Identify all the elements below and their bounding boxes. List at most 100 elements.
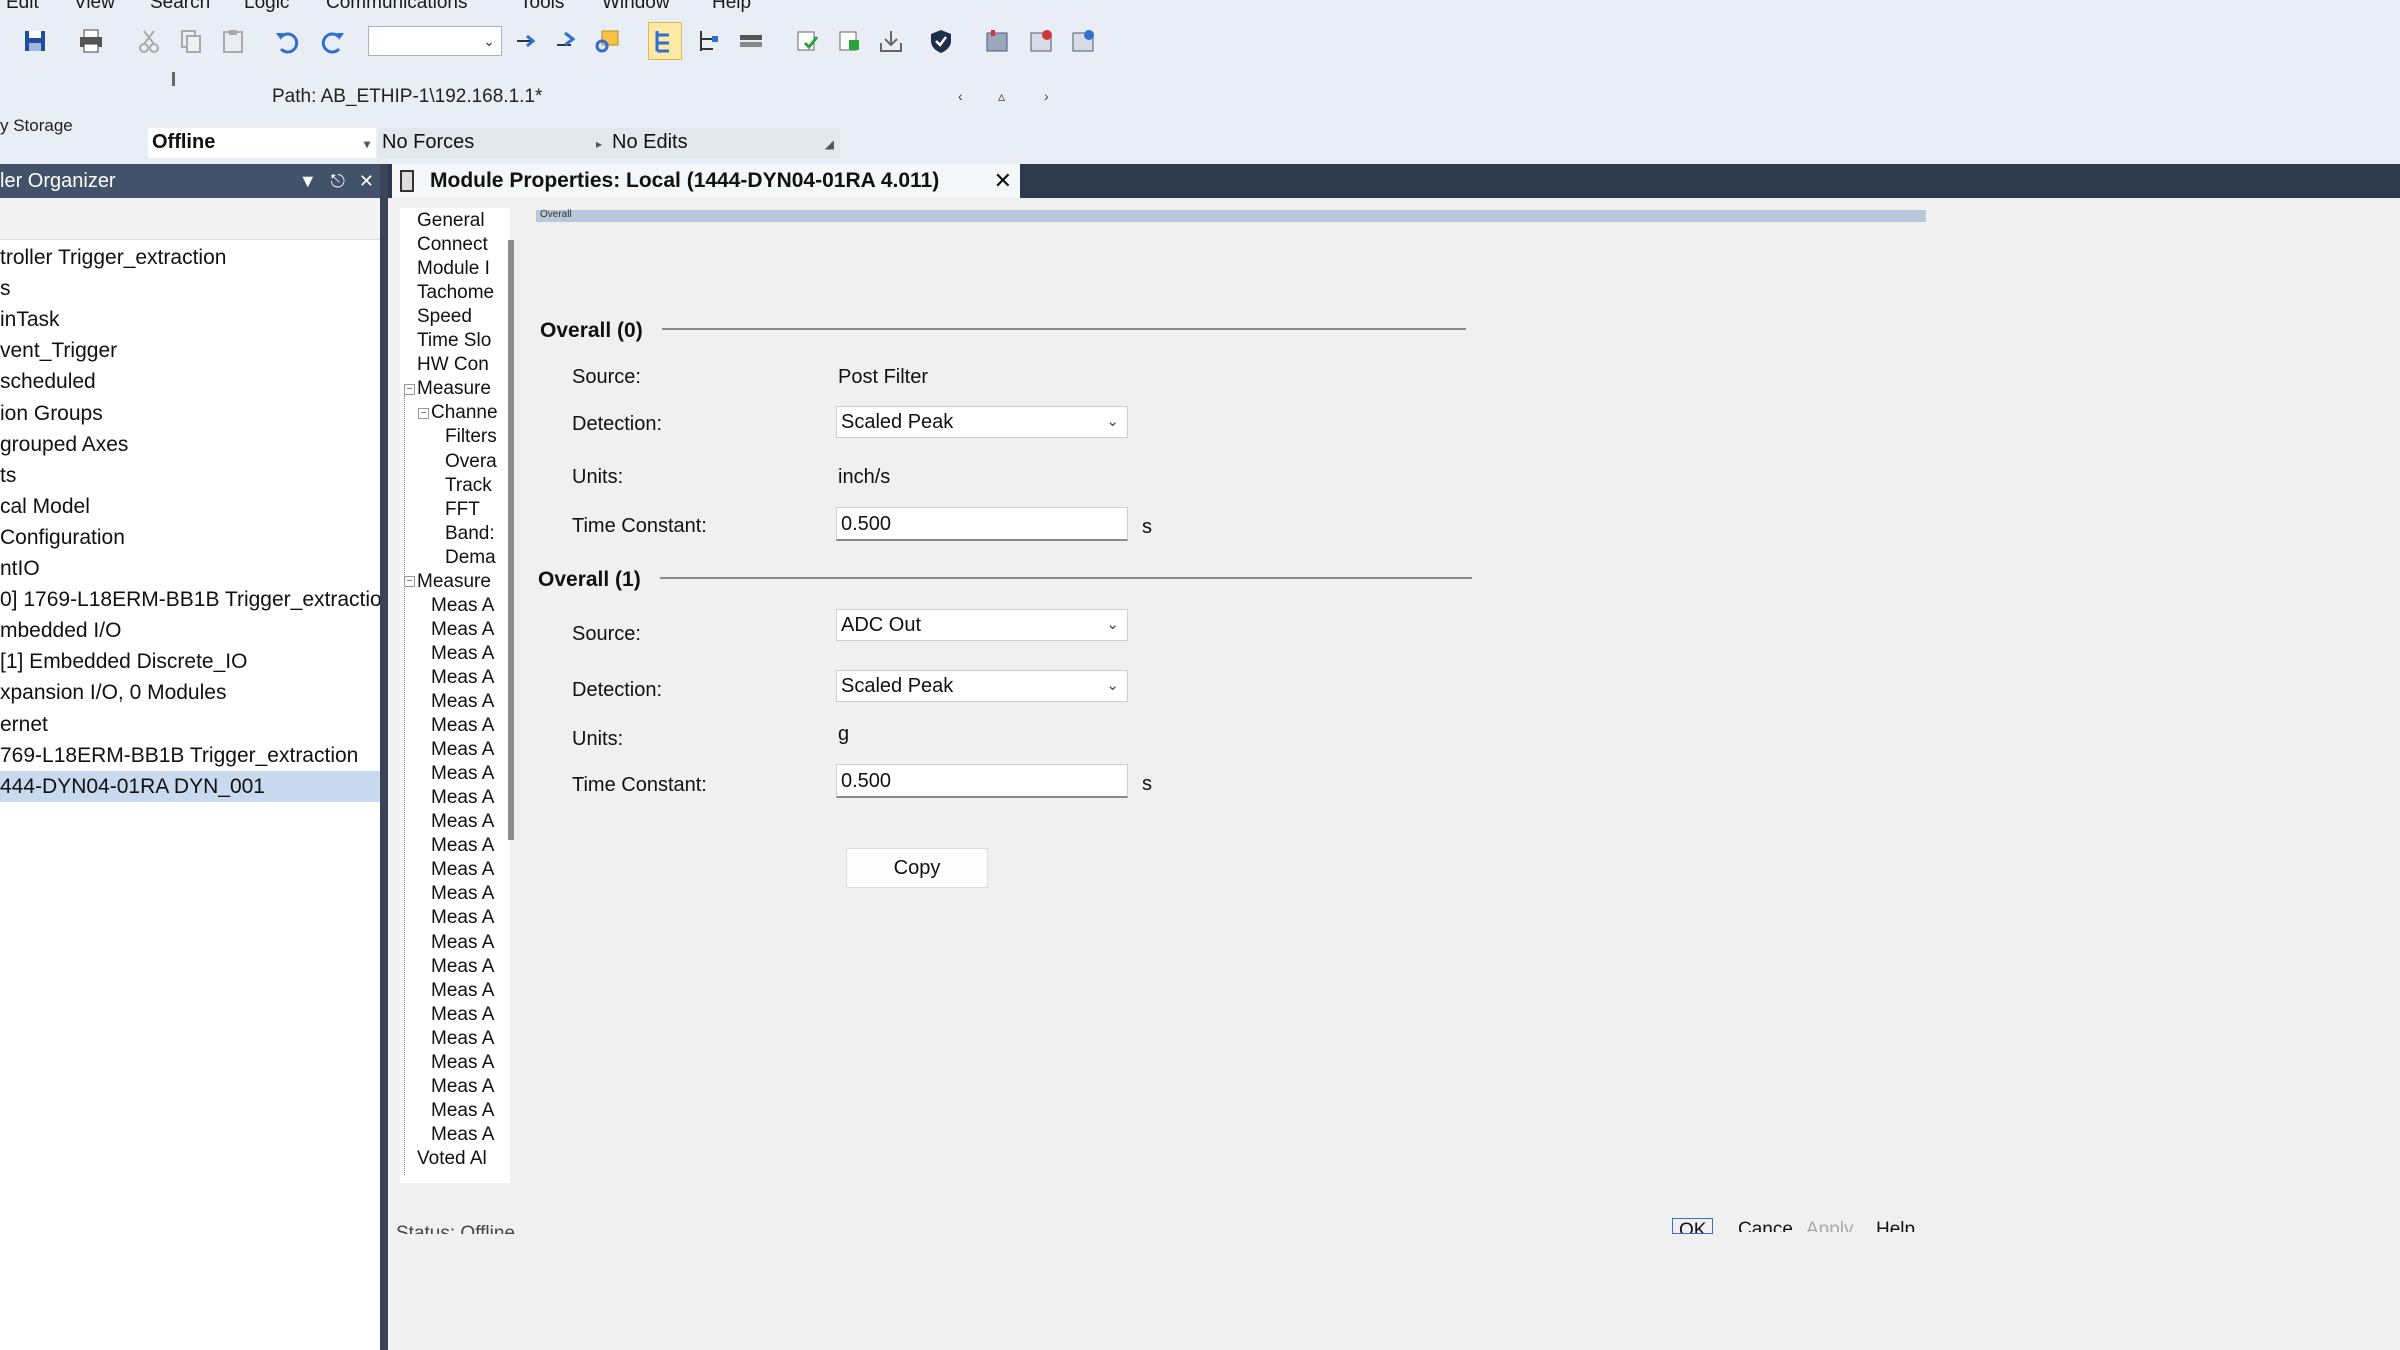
close-icon[interactable]: ✕ bbox=[359, 164, 374, 198]
category-tree-item[interactable]: Meas A bbox=[431, 1051, 512, 1075]
mode-status[interactable]: Offline ▾ bbox=[148, 128, 376, 158]
overall0-time-constant-input[interactable]: 0.500 bbox=[836, 507, 1128, 541]
menu-edit[interactable]: Edit bbox=[6, 0, 39, 14]
organizer-tree-item[interactable]: ion Groups bbox=[0, 398, 380, 429]
menu-view[interactable]: View bbox=[74, 0, 115, 14]
collapse-icon[interactable]: − bbox=[404, 384, 415, 395]
category-tree-item[interactable]: Meas A bbox=[431, 666, 512, 690]
dropdown-triangle-icon[interactable]: ▼ bbox=[299, 164, 317, 198]
category-tree-item[interactable]: Meas A bbox=[431, 906, 512, 930]
category-tree-item[interactable]: Meas A bbox=[431, 810, 512, 834]
category-tree-item[interactable]: General bbox=[417, 209, 512, 233]
step-icon[interactable] bbox=[508, 22, 542, 60]
category-tree-item[interactable]: Meas A bbox=[431, 979, 512, 1003]
overall0-detection-select[interactable]: Scaled Peak ⌄ bbox=[836, 406, 1128, 438]
organizer-tree-item[interactable]: [1] Embedded Discrete_IO bbox=[0, 646, 380, 677]
forces-status[interactable]: No Forces ▸ bbox=[378, 128, 608, 158]
category-tree-item[interactable]: FFT bbox=[445, 498, 512, 522]
path-next-icon[interactable]: › bbox=[1044, 88, 1049, 104]
category-tree-item[interactable]: Meas A bbox=[431, 1003, 512, 1027]
organizer-tree-item[interactable]: ts bbox=[0, 460, 380, 491]
organizer-tree-item[interactable]: troller Trigger_extraction bbox=[0, 242, 380, 273]
shield-icon[interactable] bbox=[924, 22, 958, 60]
step-out-icon[interactable] bbox=[548, 22, 582, 60]
category-tree-item[interactable]: Meas A bbox=[431, 642, 512, 666]
organizer-tree-item[interactable]: ntIO bbox=[0, 553, 380, 584]
help-button[interactable]: Help bbox=[1876, 1218, 1915, 1232]
category-tree-item[interactable]: Meas A bbox=[431, 1099, 512, 1123]
category-tree-item[interactable]: Voted Al bbox=[417, 1147, 512, 1171]
overall1-source-select[interactable]: ADC Out ⌄ bbox=[836, 609, 1128, 641]
category-tree-item[interactable]: Meas A bbox=[431, 690, 512, 714]
organizer-tree-item[interactable]: 769-L18ERM-BB1B Trigger_extraction bbox=[0, 740, 380, 771]
category-tree-item[interactable]: Meas A bbox=[431, 955, 512, 979]
category-tree-item[interactable]: Time Slo bbox=[417, 329, 512, 353]
config-icon[interactable] bbox=[1024, 22, 1058, 60]
organizer-tree-item[interactable]: Configuration bbox=[0, 522, 380, 553]
organizer-tree-item[interactable]: 444-DYN04-01RA DYN_001 bbox=[0, 770, 380, 802]
overall1-detection-select[interactable]: Scaled Peak ⌄ bbox=[836, 670, 1128, 702]
verify-icon[interactable] bbox=[790, 22, 824, 60]
category-tree-item[interactable]: Meas A bbox=[431, 931, 512, 955]
path-up-icon[interactable]: ▵ bbox=[998, 88, 1005, 105]
path-nav-icon[interactable]: ‹ bbox=[958, 88, 963, 104]
organizer-tree-item[interactable]: cal Model bbox=[0, 491, 380, 522]
undo-icon[interactable] bbox=[270, 22, 304, 60]
upload-icon[interactable] bbox=[874, 22, 908, 60]
overall1-time-constant-input[interactable]: 0.500 bbox=[836, 764, 1128, 798]
menu-search[interactable]: Search bbox=[150, 0, 210, 14]
pin-icon[interactable]: ⎋ bbox=[331, 164, 345, 198]
category-tree-item[interactable]: Meas A bbox=[431, 594, 512, 618]
toolbar-combo[interactable]: ⌄ bbox=[368, 26, 502, 56]
category-tree-item[interactable]: Track bbox=[445, 474, 512, 498]
category-tree-item[interactable]: Meas A bbox=[431, 714, 512, 738]
module-icon[interactable] bbox=[980, 22, 1014, 60]
category-tree-item[interactable]: Dema bbox=[445, 546, 512, 570]
copy-icon[interactable] bbox=[174, 22, 208, 60]
menu-tools[interactable]: Tools bbox=[520, 0, 564, 14]
organizer-tree-item[interactable]: grouped Axes bbox=[0, 429, 380, 460]
redo-icon[interactable] bbox=[316, 22, 350, 60]
category-tree-item[interactable]: Band: bbox=[445, 522, 512, 546]
menu-window[interactable]: Window bbox=[602, 0, 670, 14]
category-tree-item[interactable]: Channe bbox=[431, 401, 512, 425]
crossref-icon[interactable] bbox=[590, 22, 624, 60]
category-tree-item[interactable]: Meas A bbox=[431, 618, 512, 642]
download-icon[interactable] bbox=[832, 22, 866, 60]
config2-icon[interactable] bbox=[1066, 22, 1100, 60]
organizer-tree-item[interactable]: mbedded I/O bbox=[0, 615, 380, 646]
category-tree-item[interactable]: Meas A bbox=[431, 1075, 512, 1099]
organizer-tree-item[interactable]: vent_Trigger bbox=[0, 335, 380, 366]
menu-communications[interactable]: Communications bbox=[326, 0, 468, 14]
category-tree-item[interactable]: Meas A bbox=[431, 858, 512, 882]
menu-logic[interactable]: Logic bbox=[244, 0, 289, 14]
category-tree-item[interactable]: Meas A bbox=[431, 834, 512, 858]
category-tree-item[interactable]: Meas A bbox=[431, 786, 512, 810]
organizer-tree-item[interactable]: 0] 1769-L18ERM-BB1B Trigger_extractio bbox=[0, 584, 380, 615]
category-tree-item[interactable]: Tachome bbox=[417, 281, 512, 305]
close-icon[interactable]: ✕ bbox=[994, 164, 1012, 198]
copy-button[interactable]: Copy bbox=[846, 848, 988, 888]
category-tree-item[interactable]: Connect bbox=[417, 233, 512, 257]
paste-icon[interactable] bbox=[216, 22, 250, 60]
category-tree-item[interactable]: Measure bbox=[417, 377, 512, 401]
category-tree-item[interactable]: Meas A bbox=[431, 762, 512, 786]
organizer-tree-item[interactable]: inTask bbox=[0, 304, 380, 335]
category-tree-item[interactable]: Meas A bbox=[431, 738, 512, 762]
cancel-button[interactable]: Cance bbox=[1738, 1218, 1793, 1232]
cut-icon[interactable] bbox=[132, 22, 166, 60]
menu-help[interactable]: Help bbox=[712, 0, 751, 14]
tree-icon[interactable] bbox=[692, 22, 726, 60]
print-icon[interactable] bbox=[74, 22, 108, 60]
category-tree-item[interactable]: HW Con bbox=[417, 353, 512, 377]
ok-button[interactable]: OK bbox=[1672, 1218, 1714, 1234]
organizer-tree-item[interactable]: ernet bbox=[0, 709, 380, 740]
category-tree-item[interactable]: Module I bbox=[417, 257, 512, 281]
collapse-icon[interactable]: − bbox=[418, 408, 429, 419]
category-tree-item[interactable]: Filters bbox=[445, 425, 512, 449]
edits-status[interactable]: No Edits ◢ bbox=[608, 128, 840, 158]
organizer-tree-item[interactable]: scheduled bbox=[0, 366, 380, 397]
pane-splitter[interactable] bbox=[380, 164, 388, 1350]
stack-icon[interactable] bbox=[734, 22, 768, 60]
category-tree-item[interactable]: Meas A bbox=[431, 1027, 512, 1051]
